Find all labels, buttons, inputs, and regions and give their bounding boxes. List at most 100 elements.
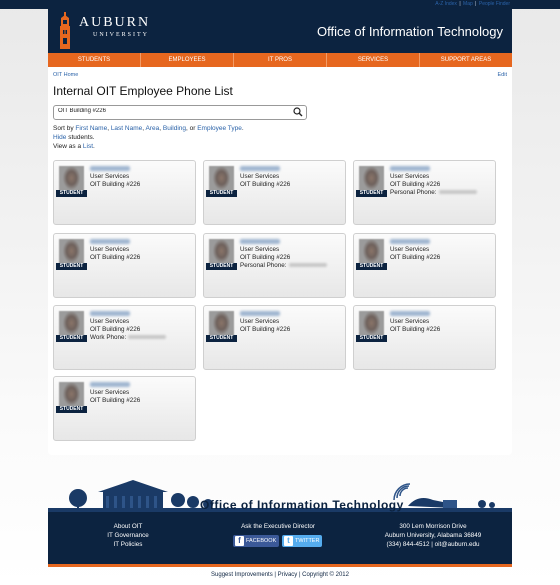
employee-name[interactable] — [90, 382, 130, 387]
search-icon[interactable] — [293, 107, 303, 117]
about-oit-link[interactable]: About OIT — [114, 523, 143, 530]
student-badge: STUDENT — [56, 406, 87, 413]
employee-name[interactable] — [390, 311, 430, 316]
employee-department: User Services — [90, 318, 130, 325]
nav-services[interactable]: SERVICES — [327, 53, 420, 67]
employee-building: OIT Building #226 — [90, 254, 141, 261]
it-governance-link[interactable]: IT Governance — [107, 532, 149, 539]
employee-card[interactable]: STUDENT User Services OIT Building #226 — [53, 233, 196, 298]
employee-card[interactable]: STUDENT User Services OIT Building #226 — [203, 160, 346, 225]
employee-name[interactable] — [390, 239, 430, 244]
nav-employees[interactable]: EMPLOYEES — [141, 53, 234, 67]
employee-building: OIT Building #226 — [90, 397, 141, 404]
phone-value — [438, 190, 477, 195]
sort-building[interactable]: Building — [163, 125, 186, 132]
employee-phone: Personal Phone: — [390, 189, 477, 196]
phone-label: Work Phone: — [90, 334, 127, 341]
map-link[interactable]: Map — [463, 1, 473, 7]
employee-name[interactable] — [90, 311, 130, 316]
employee-name[interactable] — [390, 166, 430, 171]
employee-name[interactable] — [240, 239, 280, 244]
search-box — [53, 105, 307, 120]
view-as: View as a List. — [53, 143, 95, 150]
employee-card[interactable]: STUDENT User Services OIT Building #226 — [353, 233, 496, 298]
hide-students-link[interactable]: Hide — [53, 134, 66, 141]
bottom-links[interactable]: Suggest Improvements | Privacy | Copyrig… — [0, 572, 560, 578]
student-badge: STUDENT — [356, 335, 387, 342]
auburn-wordmark[interactable]: AUBURN — [79, 15, 150, 31]
employee-department: User Services — [390, 318, 430, 325]
employee-card[interactable]: STUDENT User Services OIT Building #226 Wor… — [53, 305, 196, 370]
university-wordmark: UNIVERSITY — [93, 32, 149, 38]
employee-card[interactable]: STUDENT User Services OIT Building #226 Per… — [203, 233, 346, 298]
sort-employee-type[interactable]: Employee Type — [197, 125, 242, 132]
nav-students[interactable]: STUDENTS — [48, 53, 141, 67]
sort-first-name[interactable]: First Name — [75, 125, 107, 132]
employee-name[interactable] — [90, 239, 130, 244]
edit-link[interactable]: Edit — [498, 72, 507, 78]
people-finder-link[interactable]: People Finder — [479, 1, 510, 7]
sort-options: Sort by First Name, Last Name, Area, Bui… — [53, 125, 244, 132]
footer-address: 300 Lem Morrison Drive Auburn University… — [373, 522, 493, 549]
nav-it-pros[interactable]: IT PROS — [234, 53, 327, 67]
phone-value — [128, 335, 167, 340]
office-title: Office of Information Technology — [317, 24, 503, 39]
employee-phone: Personal Phone: — [240, 262, 327, 269]
student-badge: STUDENT — [56, 335, 87, 342]
student-badge: STUDENT — [56, 190, 87, 197]
student-badge: STUDENT — [356, 190, 387, 197]
hide-students: Hide students. — [53, 134, 95, 141]
footer-contact[interactable]: (334) 844-4512 | oit@auburn.edu — [373, 540, 493, 549]
search-input[interactable] — [58, 108, 283, 114]
employee-department: User Services — [90, 389, 130, 396]
employee-building: OIT Building #226 — [240, 254, 291, 261]
site-footer: About OIT IT Governance IT Policies Ask … — [48, 512, 512, 564]
it-policies-link[interactable]: IT Policies — [114, 541, 143, 548]
samford-tower-logo-icon[interactable] — [57, 12, 73, 49]
footer-ask: Ask the Executive Director — [213, 522, 343, 531]
student-badge: STUDENT — [206, 263, 237, 270]
employee-card[interactable]: STUDENT User Services OIT Building #226 Per… — [353, 160, 496, 225]
view-as-list-link[interactable]: List — [83, 143, 93, 150]
employee-name[interactable] — [90, 166, 130, 171]
employee-card[interactable]: STUDENT User Services OIT Building #226 — [53, 160, 196, 225]
employee-department: User Services — [390, 246, 430, 253]
employee-department: User Services — [240, 246, 280, 253]
ask-director-link[interactable]: Ask the Executive Director — [241, 523, 315, 530]
student-badge: STUDENT — [206, 190, 237, 197]
main-content: OIT Home Edit Internal OIT Employee Phon… — [48, 67, 512, 455]
employee-name[interactable] — [240, 311, 280, 316]
employee-card[interactable]: STUDENT User Services OIT Building #226 — [203, 305, 346, 370]
employee-name[interactable] — [240, 166, 280, 171]
employee-phone: Work Phone: — [90, 334, 167, 341]
list-options: Sort by First Name, Last Name, Area, Bui… — [53, 124, 244, 151]
employee-building: OIT Building #226 — [90, 181, 141, 188]
student-badge: STUDENT — [206, 335, 237, 342]
breadcrumb[interactable]: OIT Home — [53, 72, 78, 78]
sort-last-name[interactable]: Last Name — [111, 125, 142, 132]
phone-label: Personal Phone: — [390, 189, 437, 196]
facebook-icon: f — [235, 536, 244, 546]
employee-card[interactable]: STUDENT User Services OIT Building #226 — [53, 376, 196, 441]
nav-support-areas[interactable]: SUPPORT AREAS — [420, 53, 512, 67]
footer-stripe — [48, 564, 512, 567]
employee-department: User Services — [90, 246, 130, 253]
twitter-button[interactable]: t TWITTER — [282, 535, 323, 547]
employee-card[interactable]: STUDENT User Services OIT Building #226 — [353, 305, 496, 370]
phone-value — [288, 263, 327, 268]
employee-building: OIT Building #226 — [90, 326, 141, 333]
az-index-link[interactable]: A-Z Index — [435, 1, 457, 7]
employee-department: User Services — [390, 173, 430, 180]
student-badge: STUDENT — [356, 263, 387, 270]
sort-area[interactable]: Area — [146, 125, 160, 132]
employee-building: OIT Building #226 — [390, 254, 441, 261]
main-nav: STUDENTS EMPLOYEES IT PROS SERVICES SUPP… — [48, 53, 512, 67]
page-title: Internal OIT Employee Phone List — [53, 84, 233, 98]
twitter-icon: t — [284, 536, 293, 546]
employee-building: OIT Building #226 — [240, 181, 291, 188]
employee-department: User Services — [240, 318, 280, 325]
employee-building: OIT Building #226 — [240, 326, 291, 333]
utility-links: A-Z Index | Map | People Finder — [435, 1, 510, 7]
facebook-button[interactable]: f FACEBOOK — [233, 535, 280, 547]
employee-department: User Services — [90, 173, 130, 180]
